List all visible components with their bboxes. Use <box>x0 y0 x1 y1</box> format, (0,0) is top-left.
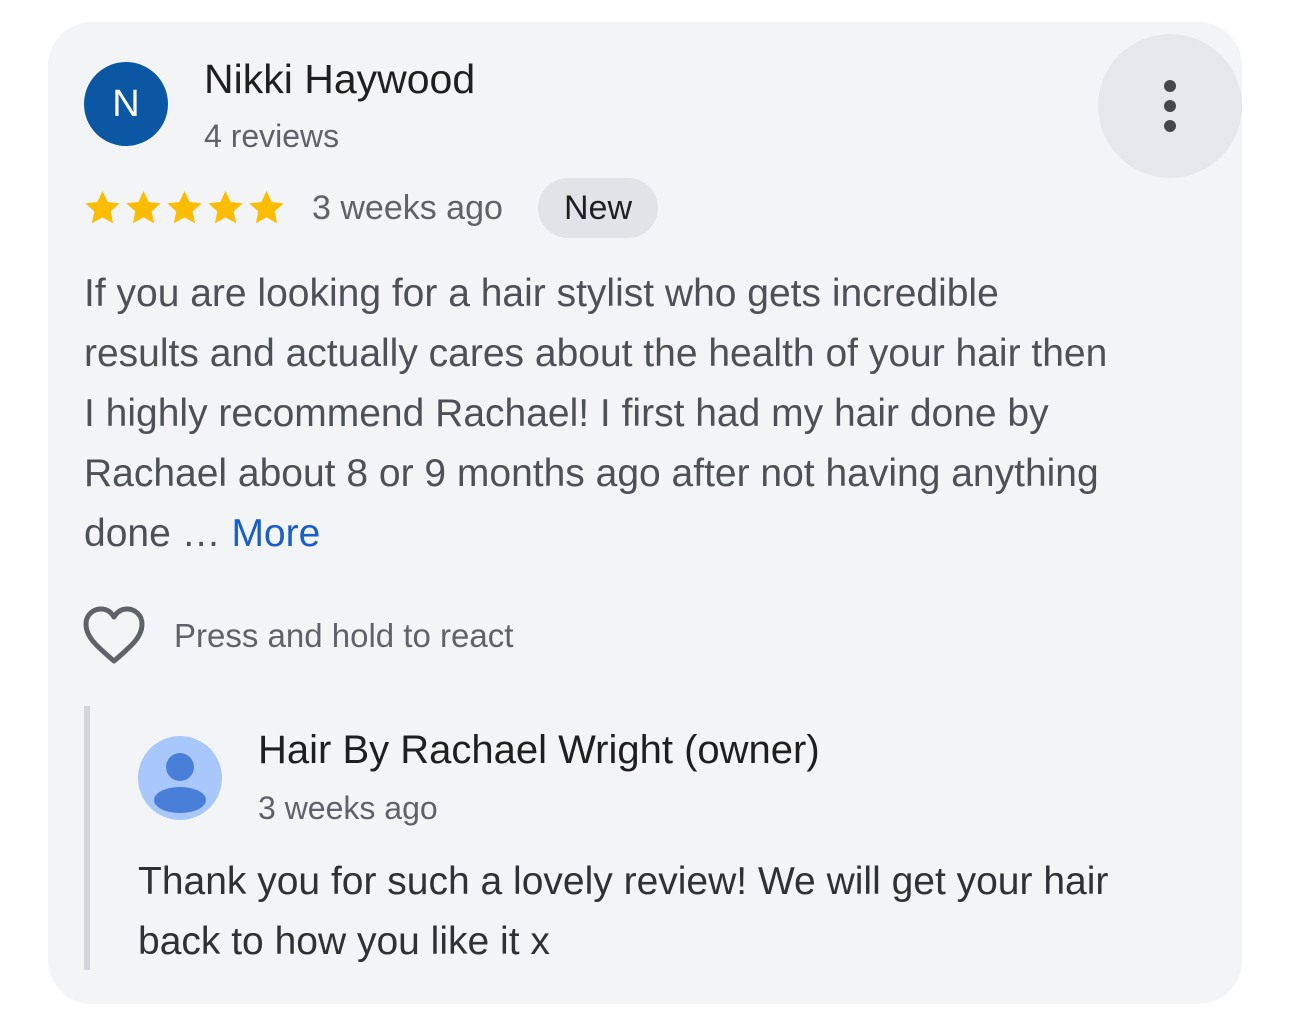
owner-reply-text: Thank you for such a lovely review! We w… <box>138 852 1218 972</box>
review-text-line-last: done … More <box>84 504 1214 564</box>
reviewer-avatar-letter: N <box>112 82 140 125</box>
star-icon <box>208 191 243 224</box>
star-icon <box>167 191 202 224</box>
star-icon <box>85 191 120 224</box>
review-text: If you are looking for a hair stylist wh… <box>84 264 1214 564</box>
review-date: 3 weeks ago <box>312 189 503 227</box>
more-link[interactable]: More <box>231 512 320 555</box>
owner-reply-divider <box>84 706 90 970</box>
owner-reply-date: 3 weeks ago <box>258 790 438 826</box>
review-text-line: I highly recommend Rachael! I first had … <box>84 392 1049 435</box>
review-text-line: Rachael about 8 or 9 months ago after no… <box>84 452 1099 495</box>
review-card: N Nikki Haywood 4 reviews 3 weeks ago Ne… <box>48 22 1242 1004</box>
review-text-truncated: done … <box>84 512 232 555</box>
reviewer-name[interactable]: Nikki Haywood <box>204 56 475 103</box>
owner-reply-line: back to how you like it x <box>138 920 550 963</box>
more-vert-icon <box>1164 80 1176 132</box>
new-badge: New <box>538 178 659 238</box>
star-rating <box>82 188 287 228</box>
review-text-line: results and actually cares about the hea… <box>84 332 1108 375</box>
default-profile-icon <box>138 736 222 820</box>
reviewer-avatar[interactable]: N <box>84 62 168 146</box>
star-icon <box>126 191 161 224</box>
star-icon <box>249 191 284 224</box>
react-row[interactable]: Press and hold to react <box>82 606 513 666</box>
owner-reply-line: Thank you for such a lovely review! We w… <box>138 860 1109 903</box>
review-count[interactable]: 4 reviews <box>204 118 339 155</box>
owner-name: Hair By Rachael Wright (owner) <box>258 728 820 772</box>
review-text-line: If you are looking for a hair stylist wh… <box>84 272 999 315</box>
react-hint: Press and hold to react <box>174 617 514 654</box>
heart-outline-icon[interactable] <box>82 606 146 666</box>
more-options-button[interactable] <box>1098 34 1242 178</box>
